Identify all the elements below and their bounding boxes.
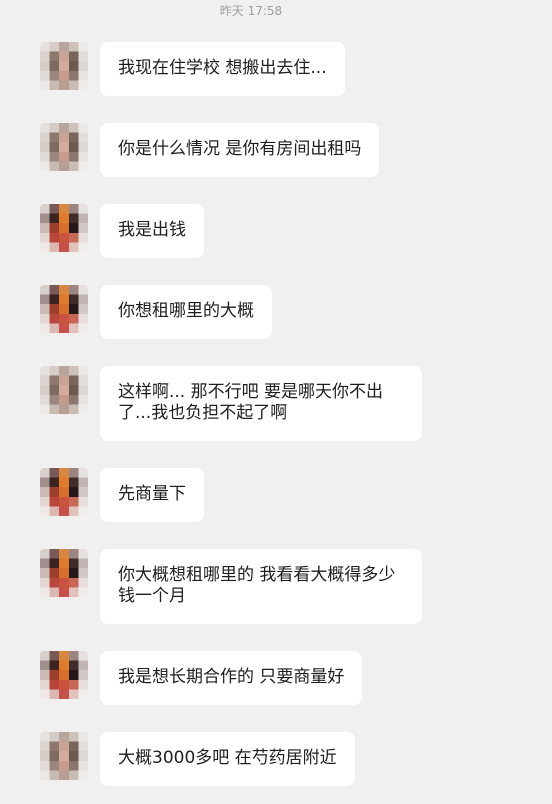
message-bubble[interactable]: 我现在住学校 想搬出去住... — [100, 42, 345, 96]
avatar-mosaic-image — [40, 366, 88, 414]
message-text-line: 这样啊... 那不行吧 要是哪天你不出 — [118, 382, 384, 402]
avatar-mosaic-image — [40, 651, 88, 699]
chat-message-list[interactable]: 我现在住学校 想搬出去住... 你是什么情况 是你有房间出租吗 我是出钱 你想租… — [40, 42, 552, 786]
message-text: 我是想长期合作的 只要商量好 — [118, 667, 345, 687]
sender-avatar[interactable] — [40, 285, 88, 333]
sender-avatar[interactable] — [40, 651, 88, 699]
sender-avatar[interactable] — [40, 468, 88, 516]
message-bubble[interactable]: 你想租哪里的大概 — [100, 285, 272, 339]
message-bubble[interactable]: 我是出钱 — [100, 204, 204, 258]
message-row: 你想租哪里的大概 — [40, 285, 552, 339]
message-row: 我是出钱 — [40, 204, 552, 258]
sender-avatar[interactable] — [40, 549, 88, 597]
message-text: 你是什么情况 是你有房间出租吗 — [118, 139, 362, 159]
message-text: 你想租哪里的大概 — [118, 301, 254, 321]
message-bubble[interactable]: 我是想长期合作的 只要商量好 — [100, 651, 363, 705]
sender-avatar[interactable] — [40, 204, 88, 252]
message-bubble[interactable]: 你是什么情况 是你有房间出租吗 — [100, 123, 380, 177]
message-text: 大概3000多吧 在芍药居附近 — [118, 748, 337, 768]
sender-avatar[interactable] — [40, 123, 88, 171]
message-row: 你是什么情况 是你有房间出租吗 — [40, 123, 552, 177]
sender-avatar[interactable] — [40, 366, 88, 414]
message-text-line: 了...我也负担不起了啊 — [118, 403, 288, 423]
avatar-mosaic-image — [40, 42, 88, 90]
message-bubble[interactable]: 你大概想租哪里的 我看看大概得多少 钱一个月 — [100, 549, 422, 624]
message-text: 我现在住学校 想搬出去住... — [118, 58, 327, 78]
message-timestamp: 昨天 17:58 — [219, 4, 283, 18]
message-text-line: 你大概想租哪里的 我看看大概得多少 — [118, 565, 396, 585]
message-row: 我现在住学校 想搬出去住... — [40, 42, 552, 96]
message-row: 我是想长期合作的 只要商量好 — [40, 651, 552, 705]
avatar-mosaic-image — [40, 549, 88, 597]
avatar-mosaic-image — [40, 123, 88, 171]
sender-avatar[interactable] — [40, 42, 88, 90]
message-bubble[interactable]: 大概3000多吧 在芍药居附近 — [100, 732, 355, 786]
message-text-line: 钱一个月 — [118, 586, 186, 606]
message-bubble[interactable]: 先商量下 — [100, 468, 204, 522]
message-row: 先商量下 — [40, 468, 552, 522]
sender-avatar[interactable] — [40, 732, 88, 780]
avatar-mosaic-image — [40, 204, 88, 252]
message-row: 这样啊... 那不行吧 要是哪天你不出 了...我也负担不起了啊 — [40, 366, 552, 441]
avatar-mosaic-image — [40, 468, 88, 516]
avatar-mosaic-image — [40, 732, 88, 780]
message-bubble[interactable]: 这样啊... 那不行吧 要是哪天你不出 了...我也负担不起了啊 — [100, 366, 422, 441]
message-text: 我是出钱 — [118, 220, 186, 240]
message-row: 大概3000多吧 在芍药居附近 — [40, 732, 552, 786]
message-row: 你大概想租哪里的 我看看大概得多少 钱一个月 — [40, 549, 552, 624]
avatar-mosaic-image — [40, 285, 88, 333]
message-text: 先商量下 — [118, 484, 186, 504]
